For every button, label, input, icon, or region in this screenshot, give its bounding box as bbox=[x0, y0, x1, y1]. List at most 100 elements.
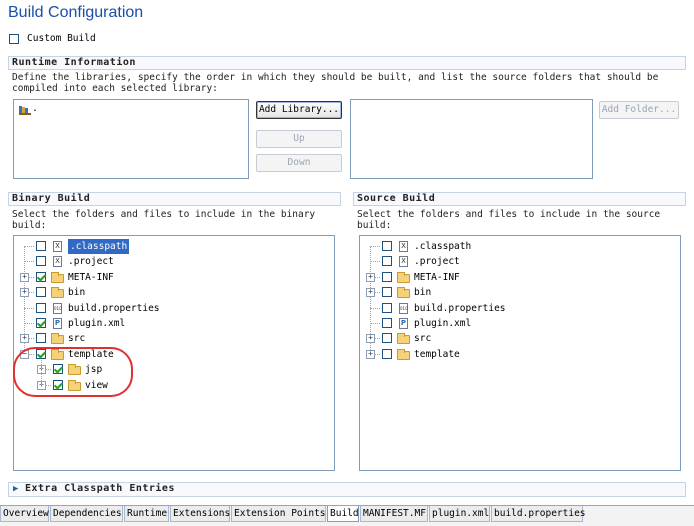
tree-guide-line bbox=[24, 323, 34, 324]
item-checkbox[interactable] bbox=[382, 256, 392, 267]
add-folder-button[interactable]: Add Folder... bbox=[599, 101, 679, 119]
tree-item-label: build.properties bbox=[414, 302, 506, 314]
library-icon bbox=[19, 105, 31, 115]
tree-item[interactable]: + src bbox=[14, 331, 334, 346]
chevron-right-icon[interactable]: ▶ bbox=[13, 484, 18, 494]
highlight-annotation bbox=[13, 347, 133, 397]
file-icon: 010 bbox=[53, 302, 62, 314]
tab-build-properties[interactable]: build.properties bbox=[491, 506, 586, 522]
item-checkbox[interactable] bbox=[36, 287, 46, 298]
tree-item-label: build.properties bbox=[68, 302, 160, 314]
expand-icon[interactable]: + bbox=[366, 334, 375, 344]
item-checkbox[interactable] bbox=[36, 241, 46, 251]
tree-item[interactable]: + src bbox=[360, 331, 680, 346]
library-item-label[interactable]: . bbox=[32, 103, 38, 114]
tree-item-label: .classpath bbox=[68, 239, 130, 254]
item-checkbox[interactable] bbox=[36, 302, 46, 313]
library-list[interactable]: . bbox=[13, 99, 249, 179]
tree-item-label: bin bbox=[68, 287, 86, 299]
expand-icon[interactable]: + bbox=[20, 288, 29, 298]
tree-item-label: bin bbox=[414, 287, 432, 299]
folder-list[interactable] bbox=[350, 99, 593, 179]
tree-item[interactable]: + META-INF bbox=[14, 270, 334, 285]
tree-item[interactable]: Pplugin.xml bbox=[360, 316, 680, 331]
source-description: Select the folders and files to include … bbox=[357, 209, 661, 231]
custom-build-row[interactable]: Custom Build bbox=[9, 33, 96, 45]
file-icon: X bbox=[399, 256, 408, 268]
folder-icon bbox=[397, 348, 410, 360]
page-title: Build Configuration bbox=[8, 4, 144, 21]
tab-build[interactable]: Build bbox=[327, 506, 359, 522]
item-checkbox[interactable] bbox=[382, 241, 392, 251]
file-icon: X bbox=[53, 256, 62, 268]
binary-description: Select the folders and files to include … bbox=[12, 209, 316, 231]
tab-extension-points[interactable]: Extension Points bbox=[231, 506, 326, 522]
folder-icon bbox=[51, 271, 64, 283]
tree-item-label: src bbox=[414, 333, 432, 345]
expand-icon[interactable]: + bbox=[366, 288, 375, 298]
tree-item-label: plugin.xml bbox=[414, 318, 472, 329]
tree-item-label: .classpath bbox=[414, 241, 472, 252]
tree-item[interactable]: X .classpath bbox=[360, 239, 680, 254]
tree-item[interactable]: + template bbox=[360, 347, 680, 362]
expand-icon[interactable]: + bbox=[20, 334, 29, 344]
tree-guide-line bbox=[24, 261, 34, 263]
tree-item[interactable]: + META-INF bbox=[360, 270, 680, 285]
folder-icon bbox=[397, 287, 410, 299]
tab-dependencies[interactable]: Dependencies bbox=[50, 506, 123, 522]
tab-manifest-mf[interactable]: MANIFEST.MF bbox=[360, 506, 428, 522]
item-checkbox[interactable] bbox=[36, 318, 46, 328]
tree-guide-line bbox=[370, 261, 380, 263]
source-heading: Source Build bbox=[357, 193, 436, 204]
tree-item-label: META-INF bbox=[68, 271, 114, 283]
down-button[interactable]: Down bbox=[256, 154, 342, 172]
file-icon: P bbox=[399, 318, 408, 329]
tree-item-label: .project bbox=[414, 256, 460, 268]
tree-guide-line bbox=[24, 246, 34, 247]
up-button[interactable]: Up bbox=[256, 130, 342, 148]
add-library-button[interactable]: Add Library... bbox=[256, 101, 342, 119]
folder-icon bbox=[397, 271, 410, 283]
item-checkbox[interactable] bbox=[382, 333, 392, 344]
runtime-description: Define the libraries, specify the order … bbox=[12, 72, 659, 94]
expand-icon[interactable]: + bbox=[20, 272, 29, 282]
item-checkbox[interactable] bbox=[36, 271, 46, 282]
folder-icon bbox=[397, 333, 410, 345]
editor-tabs: Overview Dependencies Runtime Extensions Ext… bbox=[0, 505, 694, 526]
folder-icon bbox=[51, 287, 64, 299]
tree-item-label: .project bbox=[68, 256, 114, 268]
expand-icon[interactable]: + bbox=[366, 349, 375, 359]
file-icon: 010 bbox=[399, 302, 408, 314]
item-checkbox[interactable] bbox=[36, 333, 46, 344]
tab-extensions[interactable]: Extensions bbox=[170, 506, 230, 522]
tree-item-label: src bbox=[68, 333, 86, 345]
tree-item[interactable]: 010 build.properties bbox=[14, 301, 334, 316]
tree-guide-line bbox=[370, 307, 380, 309]
tree-item[interactable]: X .project bbox=[360, 254, 680, 269]
item-checkbox[interactable] bbox=[382, 271, 392, 282]
tree-item[interactable]: + bin bbox=[14, 285, 334, 300]
tab-plugin-xml[interactable]: plugin.xml bbox=[429, 506, 490, 522]
tree-guide-line bbox=[370, 246, 380, 247]
item-checkbox[interactable] bbox=[382, 287, 392, 298]
binary-heading: Binary Build bbox=[12, 193, 91, 204]
custom-build-label: Custom Build bbox=[27, 33, 96, 44]
tree-item[interactable]: X .project bbox=[14, 254, 334, 269]
tree-item[interactable]: X .classpath bbox=[14, 239, 334, 254]
tree-item[interactable]: Pplugin.xml bbox=[14, 316, 334, 331]
runtime-heading: Runtime Information bbox=[12, 57, 136, 68]
tree-item[interactable]: 010 build.properties bbox=[360, 301, 680, 316]
file-icon: X bbox=[399, 241, 408, 252]
folder-icon bbox=[51, 333, 64, 345]
custom-build-checkbox[interactable] bbox=[9, 33, 19, 44]
tab-runtime[interactable]: Runtime bbox=[124, 506, 169, 522]
item-checkbox[interactable] bbox=[382, 318, 392, 328]
item-checkbox[interactable] bbox=[382, 302, 392, 313]
source-tree[interactable]: X .classpath X .project + META-INF + bin 010 buil… bbox=[359, 235, 681, 471]
tree-item[interactable]: + bin bbox=[360, 285, 680, 300]
item-checkbox[interactable] bbox=[382, 348, 392, 359]
tab-overview[interactable]: Overview bbox=[0, 506, 49, 522]
expand-icon[interactable]: + bbox=[366, 272, 375, 282]
item-checkbox[interactable] bbox=[36, 256, 46, 267]
tree-item-label: template bbox=[414, 348, 460, 360]
